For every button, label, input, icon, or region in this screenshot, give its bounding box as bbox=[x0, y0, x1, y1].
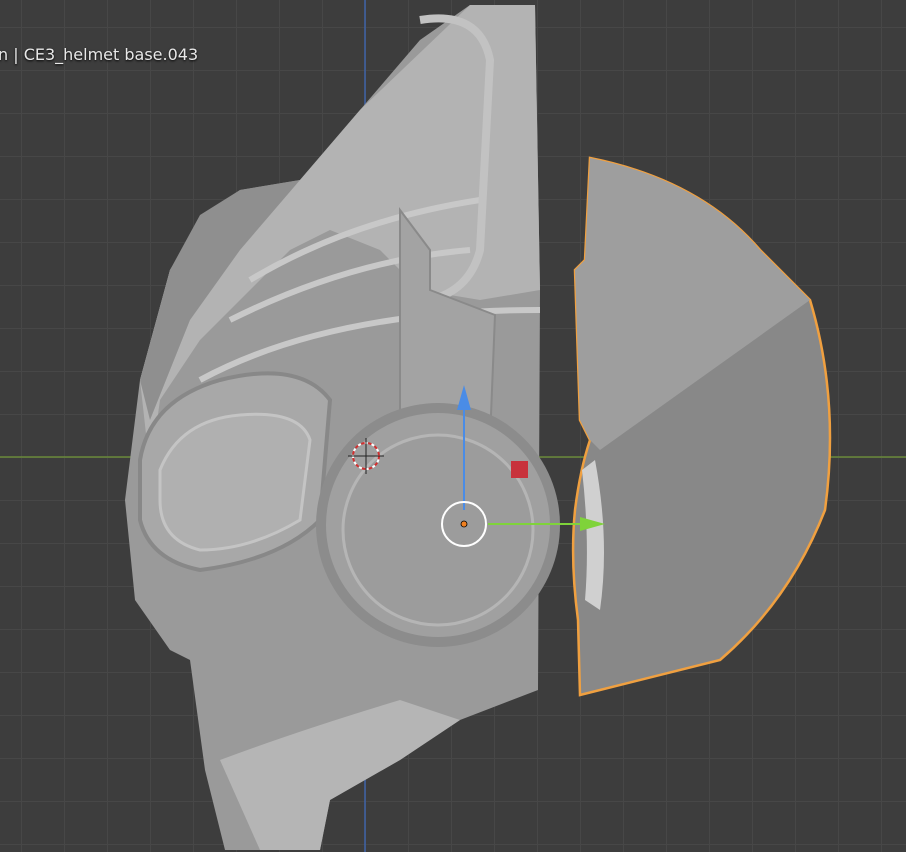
scene bbox=[0, 0, 906, 852]
object-origin-icon bbox=[460, 520, 468, 528]
object-info-text: n | CE3_helmet base.043 bbox=[0, 45, 199, 64]
selected-helmet-piece[interactable] bbox=[571, 156, 832, 697]
3d-viewport[interactable]: n | CE3_helmet base.043 bbox=[0, 0, 906, 852]
helmet-base-object[interactable] bbox=[125, 5, 560, 850]
gizmo-plane-handle[interactable] bbox=[511, 461, 528, 478]
